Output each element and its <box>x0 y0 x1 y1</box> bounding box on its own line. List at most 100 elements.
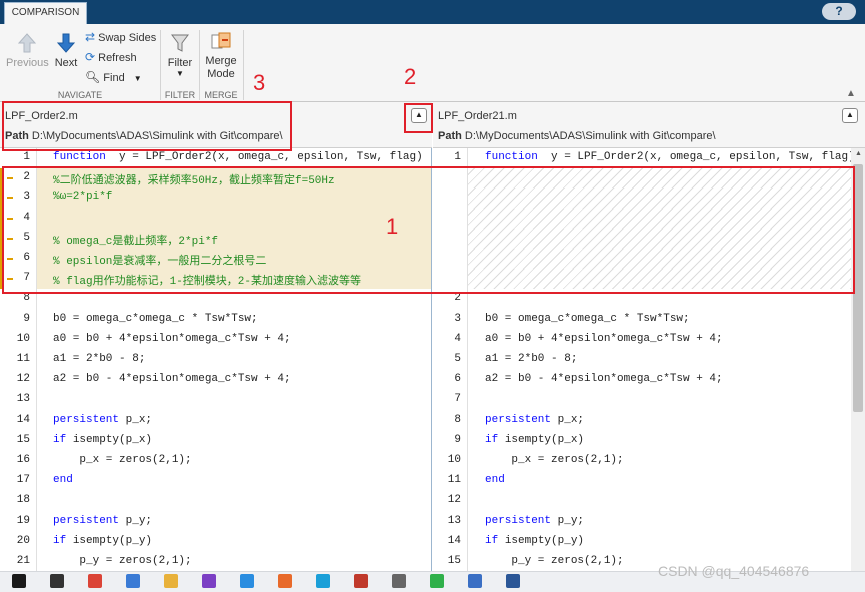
scroll-up-icon[interactable]: ▲ <box>855 150 862 157</box>
help-icon: ? <box>835 4 843 18</box>
merge-mode-button[interactable]: Merge Mode <box>202 30 240 86</box>
line-number: 10 <box>447 454 461 466</box>
keyword: function <box>485 151 538 163</box>
code-text: persistent p_x; <box>485 414 584 426</box>
refresh-button[interactable]: ⟳ Refresh <box>85 50 157 66</box>
code-line: 12 a2 = b0 - 4*epsilon*omega_c*Tsw + 4; <box>0 370 431 390</box>
line-number: 21 <box>16 555 30 567</box>
code-line: 3 b0 = omega_c*omega_c * Tsw*Tsw; <box>433 310 851 330</box>
code-text: a0 = b0 + 4*epsilon*omega_c*Tsw + 4; <box>485 333 723 345</box>
line-number: 9 <box>23 312 30 325</box>
code-token: b0 = omega_c*omega_c * Tsw*Tsw; <box>485 312 690 325</box>
chevron-down-icon: ▼ <box>133 74 142 83</box>
find-label: Find <box>103 72 125 84</box>
line-number: 19 <box>16 514 30 527</box>
group-merge-label: MERGE <box>204 90 238 100</box>
tab-comparison[interactable]: COMPARISON <box>4 2 87 24</box>
code-line: 12 <box>433 491 851 511</box>
code-line: 7 <box>433 390 851 410</box>
filter-button[interactable]: Filter ▼ <box>164 30 196 78</box>
arrow-up-icon <box>17 33 37 53</box>
keyword: if <box>53 433 73 446</box>
line-number: 8 <box>454 413 461 426</box>
code-token: p_y = zeros(2,1); <box>53 555 192 567</box>
code-token: p_x = zeros(2,1); <box>485 454 624 466</box>
word-icon[interactable] <box>506 574 520 588</box>
code-token: a0 = b0 + 4*epsilon*omega_c*Tsw + 4; <box>485 332 723 345</box>
code-text: p_x = zeros(2,1); <box>485 454 624 466</box>
swap-sides-button[interactable]: ⇄ Swap Sides <box>85 30 157 46</box>
code-token: a0 = b0 + 4*epsilon*omega_c*Tsw + 4; <box>53 332 291 345</box>
code-line: 6 a2 = b0 - 4*epsilon*omega_c*Tsw + 4; <box>433 370 851 390</box>
code-line: 9 b0 = omega_c*omega_c * Tsw*Tsw; <box>0 310 431 330</box>
line-number: 15 <box>447 555 461 567</box>
collapse-toolstrip-icon[interactable]: ▲ <box>846 88 856 99</box>
search-icon: 🔍︎ <box>85 70 101 84</box>
title-strip <box>0 0 865 24</box>
line-number: 16 <box>16 454 30 466</box>
code-token: b0 = omega_c*omega_c * Tsw*Tsw; <box>53 312 258 325</box>
matlab-icon[interactable] <box>278 574 292 588</box>
line-number: 13 <box>447 514 461 527</box>
keyword: if <box>485 433 505 446</box>
annotation-label-3: 3 <box>253 70 266 95</box>
code-line: 18 <box>0 491 431 511</box>
search-icon[interactable] <box>50 574 64 588</box>
code-text: persistent p_x; <box>53 414 152 426</box>
chrome-icon[interactable] <box>88 574 102 588</box>
vscode-icon[interactable] <box>240 574 254 588</box>
files-icon[interactable] <box>126 574 140 588</box>
edge-icon[interactable] <box>316 574 330 588</box>
code-text: function y = LPF_Order2(x, omega_c, epsi… <box>53 151 423 163</box>
code-line: 13 persistent p_y; <box>433 512 851 532</box>
next-button[interactable]: Next <box>50 30 82 76</box>
tool-icon[interactable] <box>392 574 406 588</box>
start-icon[interactable] <box>12 574 26 588</box>
folder-icon[interactable] <box>164 574 178 588</box>
visual-studio-icon[interactable] <box>202 574 216 588</box>
watermark: CSDN @qq_404546876 <box>658 563 810 579</box>
next-label: Next <box>54 57 78 69</box>
refresh-icon: ⟳ <box>85 50 96 64</box>
line-number: 12 <box>16 373 30 386</box>
code-token: p_x; <box>557 413 585 426</box>
code-line: 17 end <box>0 471 431 491</box>
previous-button[interactable]: Previous <box>6 30 49 76</box>
code-text: p_y = zeros(2,1); <box>53 555 192 567</box>
keyword: persistent <box>53 413 126 426</box>
separator <box>160 30 161 100</box>
line-number: 4 <box>454 332 461 345</box>
code-text: function y = LPF_Order2(x, omega_c, epsi… <box>485 151 851 163</box>
group-navigate-label: NAVIGATE <box>57 90 103 100</box>
code-line: 8 persistent p_x; <box>433 411 851 431</box>
git-icon[interactable] <box>354 574 368 588</box>
app-icon[interactable] <box>468 574 482 588</box>
code-token: p_x = zeros(2,1); <box>53 454 192 466</box>
code-line: 20 if isempty(p_y) <box>0 532 431 552</box>
wechat-icon[interactable] <box>430 574 444 588</box>
code-line: 11 end <box>433 471 851 491</box>
code-text: a2 = b0 - 4*epsilon*omega_c*Tsw + 4; <box>485 373 723 385</box>
annotation-box-1 <box>2 166 855 294</box>
code-text: b0 = omega_c*omega_c * Tsw*Tsw; <box>485 313 690 325</box>
code-text: end <box>53 474 73 486</box>
code-line: 14 if isempty(p_y) <box>433 532 851 552</box>
code-token: y = LPF_Order2(x, omega_c, epsilon, Tsw,… <box>537 151 851 163</box>
code-line: 19 persistent p_y; <box>0 512 431 532</box>
code-token: y = LPF_Order2(x, omega_c, epsilon, Tsw,… <box>105 151 423 163</box>
keyword: end <box>53 474 73 487</box>
code-line: 15 if isempty(p_x) <box>0 431 431 451</box>
caret-up-icon: ▲ <box>846 110 854 119</box>
find-button[interactable]: 🔍︎ Find ▼ <box>85 70 145 86</box>
right-collapse-button[interactable]: ▲ <box>842 108 858 123</box>
help-button[interactable]: ? <box>822 3 856 20</box>
line-number: 7 <box>454 393 461 406</box>
annotation-box-2 <box>404 103 433 133</box>
code-line: 21 p_y = zeros(2,1); <box>0 552 431 571</box>
code-text: a1 = 2*b0 - 8; <box>485 353 577 365</box>
merge-icon <box>211 32 231 49</box>
line-number: 11 <box>447 474 461 487</box>
code-token: isempty(p_y) <box>504 534 585 547</box>
code-line: 14 persistent p_x; <box>0 411 431 431</box>
code-line: 10 a0 = b0 + 4*epsilon*omega_c*Tsw + 4; <box>0 330 431 350</box>
